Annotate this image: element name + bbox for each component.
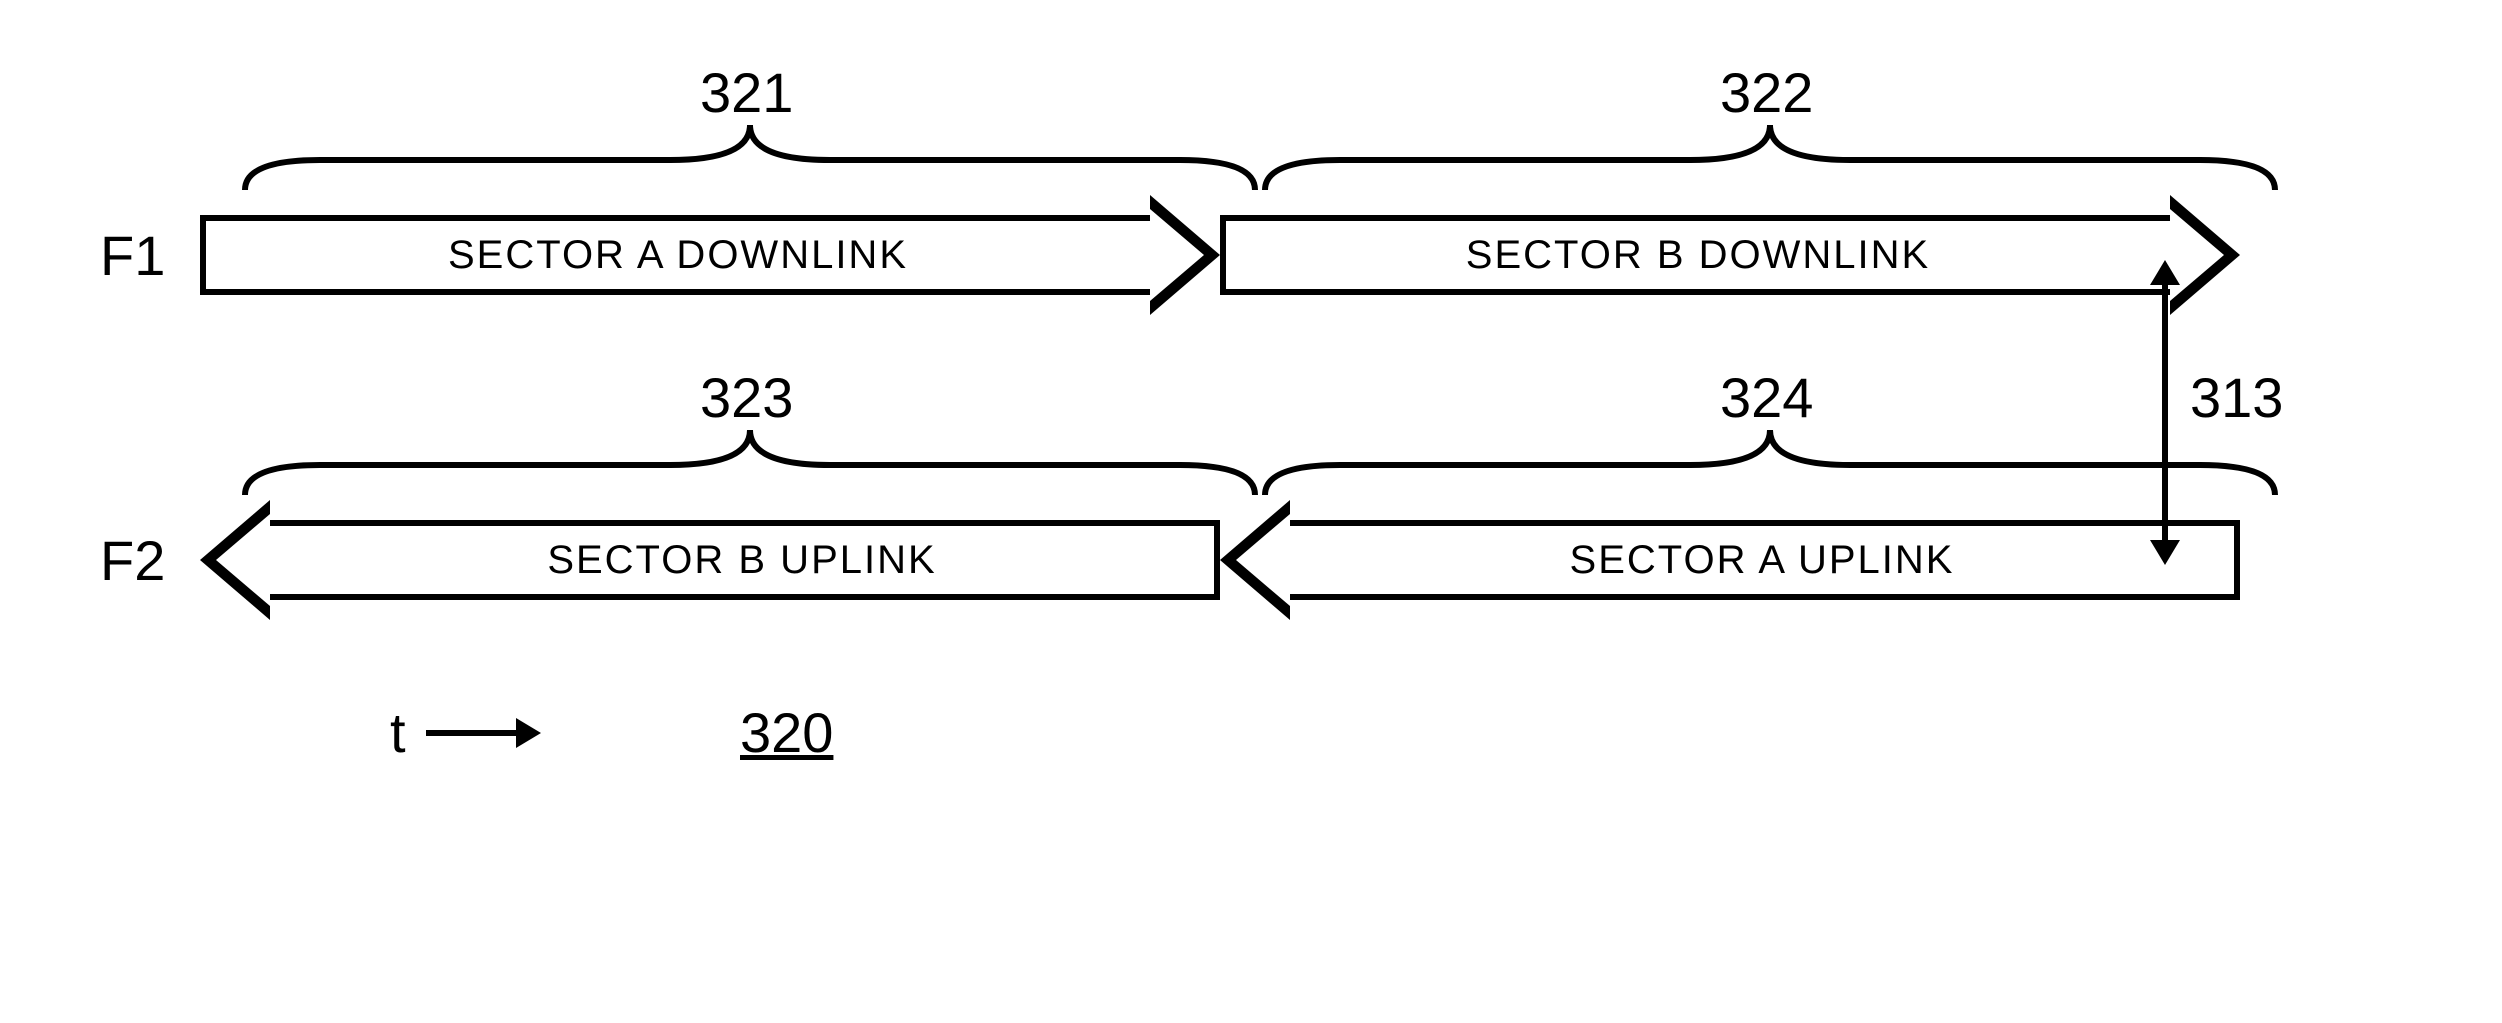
figure-number: 320	[740, 700, 833, 765]
ref-321: 321	[700, 60, 793, 125]
arrow-line-313	[2162, 285, 2168, 540]
ref-313: 313	[2190, 365, 2283, 430]
label-f1: F1	[100, 223, 200, 288]
arrow-tip-up-icon	[2150, 260, 2180, 285]
time-arrow-icon	[426, 718, 541, 748]
brace-324	[1260, 425, 2280, 505]
row-f1: F1 SECTOR A DOWNLINK SECTOR B DOWNLINK	[100, 215, 2240, 295]
time-indicator: t	[390, 700, 541, 765]
arrow-head-right-icon	[1150, 195, 1220, 315]
arrow-head-right-icon	[2170, 195, 2240, 315]
arrow-label-322: SECTOR B DOWNLINK	[1220, 215, 2170, 295]
arrow-sector-a-uplink: SECTOR A UPLINK	[1220, 520, 2240, 600]
arrow-label-324: SECTOR A UPLINK	[1290, 520, 2240, 600]
arrow-head-left-icon	[200, 500, 270, 620]
time-label: t	[390, 700, 406, 765]
row-f2: F2 SECTOR B UPLINK SECTOR A UPLINK	[100, 520, 2240, 600]
timing-diagram: 321 322 F1 SECTOR A DOWNLINK SECTOR B DO…	[100, 60, 2400, 960]
ref-323: 323	[700, 365, 793, 430]
double-arrow-313	[2150, 260, 2180, 565]
arrow-label-323: SECTOR B UPLINK	[270, 520, 1220, 600]
arrow-label-321: SECTOR A DOWNLINK	[200, 215, 1150, 295]
arrow-sector-b-downlink: SECTOR B DOWNLINK	[1220, 215, 2240, 295]
brace-323	[240, 425, 1260, 505]
arrow-tip-down-icon	[2150, 540, 2180, 565]
ref-322: 322	[1720, 60, 1813, 125]
arrow-head-left-icon	[1220, 500, 1290, 620]
arrow-sector-a-downlink: SECTOR A DOWNLINK	[200, 215, 1220, 295]
brace-322	[1260, 120, 2280, 200]
ref-324: 324	[1720, 365, 1813, 430]
arrow-sector-b-uplink: SECTOR B UPLINK	[200, 520, 1220, 600]
label-f2: F2	[100, 528, 200, 593]
brace-321	[240, 120, 1260, 200]
